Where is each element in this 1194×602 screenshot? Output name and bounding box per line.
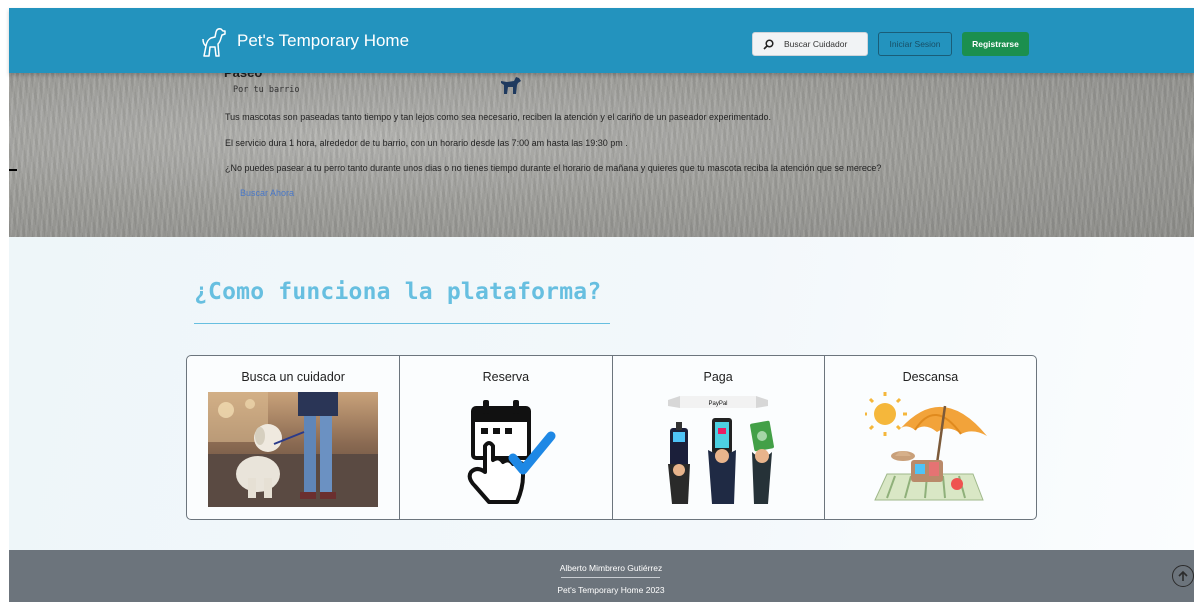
search-icon	[763, 38, 774, 50]
step-title: Reserva	[482, 370, 530, 384]
author-name: Alberto Mimbrero Gutiérrez	[559, 563, 663, 573]
search-caretaker-label: Buscar Cuidador	[784, 39, 848, 49]
footer: Alberto Mimbrero Gutiérrez Pet's Tempora…	[9, 550, 1194, 602]
service-paragraph: ¿No puedes pasear a tu perro tanto duran…	[225, 163, 882, 173]
footer-divider	[561, 577, 660, 578]
register-button[interactable]: Registrarse	[962, 32, 1029, 56]
person-with-dog-photo	[208, 392, 379, 507]
sun-icon	[865, 392, 908, 436]
register-label: Registrarse	[972, 39, 1019, 49]
beach-umbrella-icon	[865, 392, 988, 501]
service-subtitle: Por tu barrio	[233, 85, 300, 95]
brand-name[interactable]: Pet's Temporary Home	[237, 31, 409, 51]
login-button[interactable]: Iniciar Sesion	[878, 32, 952, 56]
calendar-touch-check-icon	[467, 400, 556, 504]
service-paragraph: El servicio dura 1 hora, alrededor de tu…	[225, 138, 628, 148]
login-label: Iniciar Sesion	[889, 39, 941, 49]
step-card-search: Busca un cuidador	[187, 356, 399, 519]
service-paragraph: Tus mascotas son paseadas tanto tiempo y…	[225, 112, 771, 122]
navbar: Pet's Temporary Home Buscar Cuidador Ini…	[9, 8, 1194, 73]
section-title: ¿Como funciona la plataforma?	[194, 279, 602, 305]
walking-dog-icon	[501, 77, 521, 94]
payment-methods-icon: PayPal	[668, 396, 775, 504]
page: Paseo Por tu barrio Tus mascotas son pas…	[0, 0, 1194, 602]
copyright-text: Pet's Temporary Home 2023	[557, 585, 665, 595]
step-card-rest: Descansa	[823, 356, 1036, 519]
arrow-up-icon	[1178, 570, 1188, 581]
steps-cards: Busca un cuidador Reserva Paga PayPal De…	[186, 355, 1037, 520]
title-underline	[194, 323, 610, 324]
dog-logo-icon[interactable]	[201, 26, 227, 58]
step-card-pay: Paga PayPal	[611, 356, 824, 519]
paypal-label: PayPal	[709, 401, 728, 407]
service-title: Paseo	[224, 72, 263, 80]
step-title: Paga	[703, 370, 733, 384]
service-hero: Paseo Por tu barrio Tus mascotas son pas…	[9, 72, 1194, 237]
search-now-link[interactable]: Buscar Ahora	[240, 188, 294, 198]
step-title: Descansa	[902, 370, 959, 384]
step-card-book: Reserva	[399, 356, 611, 519]
scroll-to-top-button[interactable]	[1172, 565, 1194, 587]
how-it-works-section: ¿Como funciona la plataforma? Busca un c…	[9, 237, 1194, 550]
edge-marker	[9, 169, 17, 171]
step-title: Busca un cuidador	[241, 370, 345, 384]
search-caretaker-button[interactable]: Buscar Cuidador	[752, 32, 868, 56]
